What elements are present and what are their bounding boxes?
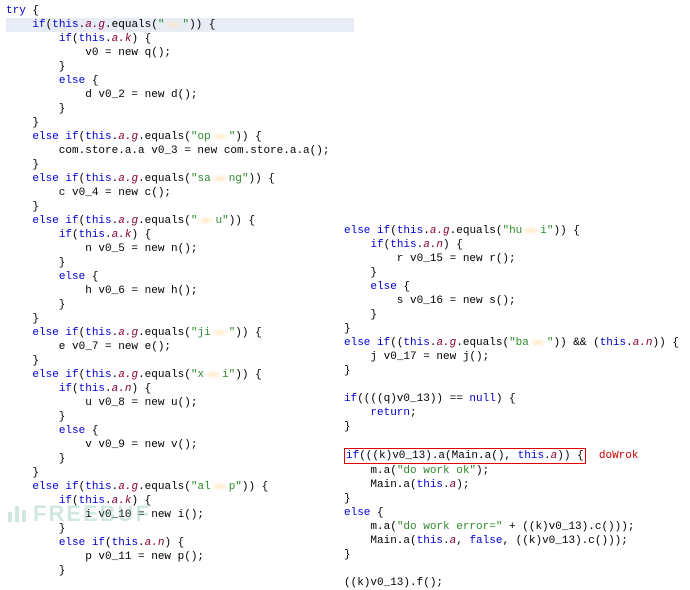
watermark-text: FREEBUF: [33, 507, 151, 521]
code-line: }: [6, 453, 65, 465]
code-line: else {: [344, 281, 410, 293]
code-line: else if(this.a.g.equals("xi")) {: [6, 369, 262, 381]
code-line: n v0_5 = new n();: [6, 243, 197, 255]
code-line: else if(this.a.g.equals("sang")) {: [6, 173, 275, 185]
code-line: h v0_6 = new h();: [6, 285, 197, 297]
code-line: e v0_7 = new e();: [6, 341, 171, 353]
code-line: else {: [344, 507, 384, 519]
code-line: else if(this.a.g.equals("alp")) {: [6, 481, 268, 493]
code-line: }: [6, 467, 39, 479]
code-line: if(this.a.k) {: [6, 33, 151, 45]
code-line: else if(this.a.n) {: [6, 537, 184, 549]
code-line: m.a("do work error=" + ((k)v0_13).c()));: [344, 521, 634, 533]
code-line: p v0_11 = new p();: [6, 551, 204, 563]
code-line: }: [6, 117, 39, 129]
code-line: v v0_9 = new v();: [6, 439, 197, 451]
code-line: }: [6, 257, 65, 269]
code-line: if(((k)v0_13).a(Main.a(), this.a)) { doW…: [344, 450, 638, 462]
code-line: m.a("do work ok");: [344, 465, 489, 477]
code-line: }: [6, 201, 39, 213]
watermark: FREEBUF: [8, 506, 151, 522]
code-line: return;: [344, 407, 417, 419]
code-line: }: [344, 323, 351, 335]
code-line: if((((q)v0_13)) == null) {: [344, 393, 516, 405]
code-line: }: [6, 61, 65, 73]
code-line: else {: [6, 425, 98, 437]
code-line: c v0_4 = new c();: [6, 187, 171, 199]
code-line: }: [6, 355, 39, 367]
code-line: else {: [6, 75, 98, 87]
code-line: else if((this.a.g.equals("ba")) && (this…: [344, 337, 679, 349]
code-line: if(this.a.k) {: [6, 229, 151, 241]
code-line: else if(this.a.g.equals("ji")) {: [6, 327, 262, 339]
code-line: else if(this.a.g.equals("u")) {: [6, 215, 255, 227]
code-line: }: [6, 313, 39, 325]
code-right-column: else if(this.a.g.equals("hui")) { if(thi…: [344, 224, 679, 590]
code-line: else if(this.a.g.equals("op")) {: [6, 131, 262, 143]
code-line: }: [6, 565, 65, 577]
code-line: if(this.a.g.equals("")) {: [6, 18, 354, 32]
watermark-bars-icon: [8, 506, 29, 522]
code-line: }: [344, 267, 377, 279]
code-line: v0 = new q();: [6, 47, 171, 59]
code-line: }: [6, 103, 65, 115]
code-line: Main.a(this.a);: [344, 479, 469, 491]
code-line: r v0_15 = new r();: [344, 253, 516, 265]
code-line: }: [344, 549, 351, 561]
code-line: }: [6, 159, 39, 171]
code-line: com.store.a.a v0_3 = new com.store.a.a()…: [6, 145, 329, 157]
code-line: j v0_17 = new j();: [344, 351, 489, 363]
code-line: Main.a(this.a, false, ((k)v0_13).c()));: [344, 535, 628, 547]
code-line: }: [344, 309, 377, 321]
code-line: }: [344, 365, 351, 377]
code-line: try {: [6, 5, 39, 17]
code-line: ((k)v0_13).f();: [344, 577, 443, 589]
code-line: }: [6, 411, 65, 423]
code-line: if(this.a.n) {: [344, 239, 463, 251]
code-line: d v0_2 = new d();: [6, 89, 197, 101]
code-line: s v0_16 = new s();: [344, 295, 516, 307]
code-line: u v0_8 = new u();: [6, 397, 197, 409]
code-left-column: try { if(this.a.g.equals("")) { if(this.…: [6, 4, 354, 578]
code-line: }: [6, 299, 65, 311]
code-line: if(this.a.n) {: [6, 383, 151, 395]
code-line: else {: [6, 271, 98, 283]
code-line: }: [344, 421, 351, 433]
code-line: else if(this.a.g.equals("hui")) {: [344, 225, 580, 237]
code-line: }: [344, 493, 351, 505]
